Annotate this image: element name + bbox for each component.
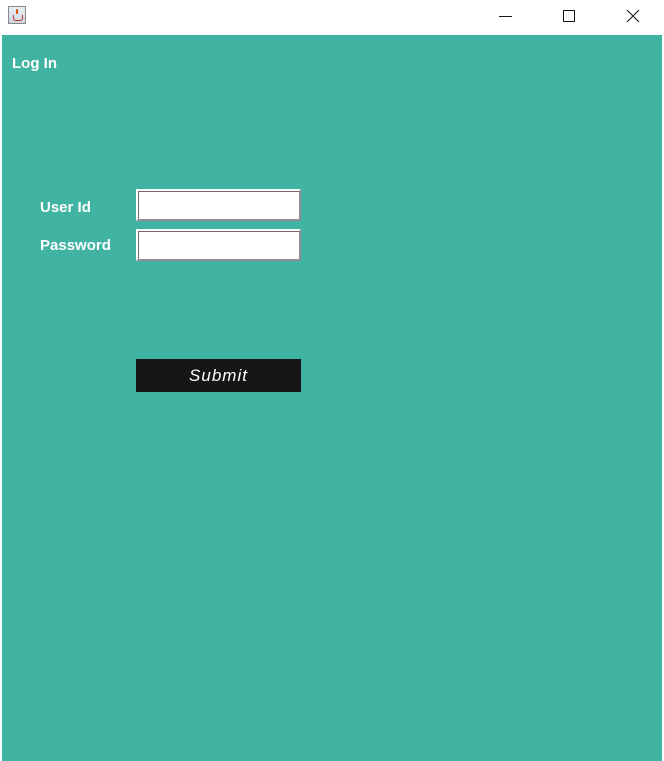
user-id-input[interactable]: [136, 189, 301, 221]
page-title: Log In: [12, 55, 57, 72]
app-window: Log In User Id Password Submit: [0, 0, 664, 761]
login-panel: Log In User Id Password Submit: [2, 35, 662, 761]
maximize-button[interactable]: [546, 0, 592, 32]
title-bar[interactable]: [0, 0, 664, 34]
submit-button[interactable]: Submit: [136, 359, 301, 392]
close-button[interactable]: [610, 0, 656, 32]
password-input[interactable]: [136, 229, 301, 261]
minimize-icon: [498, 15, 512, 17]
close-icon: [626, 9, 640, 23]
maximize-icon: [563, 10, 575, 22]
java-app-icon[interactable]: [8, 6, 26, 24]
user-id-label: User Id: [40, 199, 91, 216]
password-label: Password: [40, 237, 111, 254]
minimize-button[interactable]: [482, 0, 528, 32]
